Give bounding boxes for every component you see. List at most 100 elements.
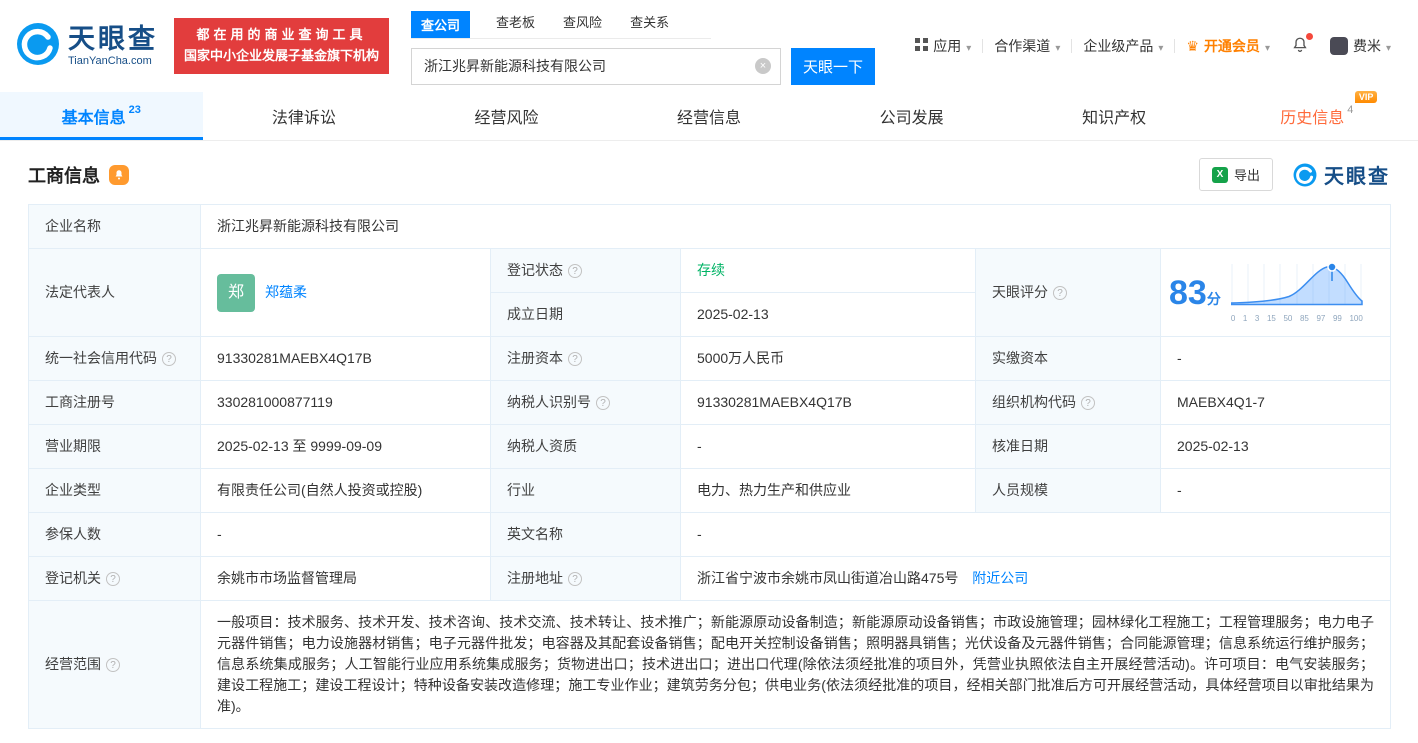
search-button[interactable]: 天眼一下 (791, 47, 876, 85)
tab-intellectual-property-label: 知识产权 (1082, 110, 1147, 127)
org-code-value: MAEBX4Q1-7 (1160, 380, 1391, 425)
help-icon[interactable] (162, 352, 176, 366)
help-icon[interactable] (106, 658, 120, 672)
field-label-english-name: 英文名称 (490, 512, 681, 557)
chevron-down-icon (1055, 38, 1060, 54)
industry-value: 电力、热力生产和供应业 (680, 468, 976, 513)
table-row: 企业名称 浙江兆昇新能源科技有限公司 (28, 204, 1391, 249)
help-icon[interactable] (1053, 286, 1067, 300)
notification-bell-icon[interactable] (1281, 32, 1319, 57)
search-tab-risk[interactable]: 查风险 (561, 8, 604, 38)
tab-legal-litigation[interactable]: 法律诉讼 (203, 92, 406, 140)
field-label-reg-address: 注册地址 (490, 556, 681, 601)
tianyancha-logo[interactable]: 天眼查 TianYanCha.com (16, 22, 158, 71)
menu-partners[interactable]: 合作渠道 (983, 36, 1071, 56)
tab-history-info[interactable]: 历史信息 4 VIP (1215, 91, 1418, 140)
paid-capital-value: - (1160, 336, 1391, 381)
search-tab-boss[interactable]: 查老板 (494, 8, 537, 38)
field-label-org-code: 组织机构代码 (975, 380, 1161, 425)
legal-rep-link[interactable]: 郑蕴柔 (265, 282, 307, 303)
field-label-taxpayer-quality: 纳税人资质 (490, 424, 681, 469)
menu-enterprise[interactable]: 企业级产品 (1072, 36, 1174, 56)
help-icon[interactable] (106, 572, 120, 586)
help-icon[interactable] (568, 352, 582, 366)
field-label-reg-capital: 注册资本 (490, 336, 681, 381)
nearby-companies-link[interactable]: 附近公司 (972, 570, 1028, 586)
reg-authority-value: 余姚市市场监督管理局 (200, 556, 491, 601)
search-tab-company[interactable]: 查公司 (411, 10, 471, 38)
company-type-value: 有限责任公司(自然人投资或控股) (200, 468, 491, 513)
tab-basic-info-label: 基本信息 (61, 110, 126, 127)
help-icon[interactable] (568, 264, 582, 278)
export-button-label: 导出 (1233, 168, 1260, 183)
tab-company-development[interactable]: 公司发展 (810, 92, 1013, 140)
tianyancha-watermark-icon (1293, 163, 1317, 186)
menu-apps[interactable]: 应用 (904, 36, 982, 56)
business-scope-value: 一般项目：技术服务、技术开发、技术咨询、技术交流、技术转让、技术推广；新能源原动… (200, 600, 1391, 729)
legal-rep-avatar[interactable]: 郑 (217, 273, 255, 312)
top-header: 天眼查 TianYanCha.com 都在用的商业查询工具 国家中小企业发展子基… (0, 0, 1418, 92)
reg-capital-value: 5000万人民币 (680, 336, 976, 381)
reg-address-value: 浙江省宁波市余姚市凤山街道冶山路475号 (697, 570, 959, 586)
section-title: 工商信息 (28, 165, 100, 186)
tab-operation-info[interactable]: 经营信息 (608, 92, 811, 140)
insured-count-value: - (200, 512, 491, 557)
table-row: 统一社会信用代码 91330281MAEBX4Q17B 注册资本 5000万人民… (28, 336, 1391, 381)
clear-search-icon[interactable] (755, 58, 772, 74)
tab-intellectual-property[interactable]: 知识产权 (1013, 92, 1216, 140)
main-content: 工商信息 导出 天眼查 企业名称 浙江兆昇新能源科技有限公司 法定代表人 (0, 158, 1418, 729)
tab-operation-risk[interactable]: 经营风险 (405, 92, 608, 140)
staff-size-value: - (1160, 468, 1391, 513)
english-name-value: - (680, 512, 1391, 557)
field-label-staff-size: 人员规模 (975, 468, 1161, 513)
tab-operation-info-label: 经营信息 (677, 110, 742, 127)
monitor-bell-icon[interactable] (109, 164, 129, 185)
help-icon[interactable] (596, 396, 610, 410)
search-tab-relation[interactable]: 查关系 (628, 8, 671, 38)
status-badge: 存续 (697, 262, 725, 278)
tianyancha-watermark-logo: 天眼查 (1293, 160, 1390, 189)
table-row: 企业类型 有限责任公司(自然人投资或控股) 行业 电力、热力生产和供应业 人员规… (28, 468, 1391, 513)
field-label-reg-status: 登记状态 (490, 248, 681, 293)
search-input[interactable] (412, 48, 781, 84)
vip-badge: VIP (1354, 91, 1378, 103)
field-label-approval-date: 核准日期 (975, 424, 1161, 469)
help-icon[interactable] (1081, 396, 1095, 410)
logo-domain: TianYanCha.com (68, 54, 152, 67)
table-row: 参保人数 - 英文名称 - (28, 512, 1391, 557)
help-icon[interactable] (568, 572, 582, 586)
tab-basic-info[interactable]: 基本信息 23 (0, 92, 203, 140)
menu-apps-label: 应用 (933, 38, 962, 54)
score-value: 83分 (1169, 273, 1221, 312)
company-name-value: 浙江兆昇新能源科技有限公司 (200, 204, 1391, 249)
menu-open-vip[interactable]: 开通会员 (1175, 36, 1281, 56)
tab-company-development-label: 公司发展 (879, 110, 944, 127)
tab-legal-litigation-label: 法律诉讼 (271, 110, 336, 127)
credit-code-value: 91330281MAEBX4Q17B (200, 336, 491, 381)
tianyancha-watermark-text: 天眼查 (1324, 166, 1390, 188)
section-header: 工商信息 导出 天眼查 (28, 158, 1390, 191)
taxpayer-id-value: 91330281MAEBX4Q17B (680, 380, 976, 425)
promo-banner: 都在用的商业查询工具 国家中小企业发展子基金旗下机构 (174, 18, 390, 74)
table-row: 营业期限 2025-02-13 至 9999-09-09 纳税人资质 - 核准日… (28, 424, 1391, 469)
user-avatar (1329, 37, 1348, 55)
field-label-score: 天眼评分 (975, 248, 1161, 337)
export-button[interactable]: 导出 (1198, 158, 1273, 191)
search-input-wrap (411, 47, 782, 85)
table-row: 经营范围 一般项目：技术服务、技术开发、技术咨询、技术交流、技术转让、技术推广；… (28, 600, 1391, 729)
chevron-down-icon (1265, 38, 1270, 54)
table-row: 工商注册号 330281000877119 纳税人识别号 91330281MAE… (28, 380, 1391, 425)
field-label-establish-date: 成立日期 (490, 292, 681, 337)
table-row: 法定代表人 郑 郑蕴柔 登记状态 存续 天眼评分 83分 (28, 248, 1391, 337)
reg-number-value: 330281000877119 (200, 380, 491, 425)
field-label-insured-count: 参保人数 (28, 512, 201, 557)
business-info-table: 企业名称 浙江兆昇新能源科技有限公司 法定代表人 郑 郑蕴柔 登记状态 存续 天… (28, 204, 1391, 729)
tianyancha-logo-icon (16, 22, 60, 71)
grid-icon (915, 38, 929, 54)
field-label-company-type: 企业类型 (28, 468, 201, 513)
menu-user[interactable]: 费米 (1319, 36, 1402, 56)
field-label-paid-capital: 实缴资本 (975, 336, 1161, 381)
business-term-value: 2025-02-13 至 9999-09-09 (200, 424, 491, 469)
legal-rep-cell: 郑 郑蕴柔 (200, 248, 491, 337)
chevron-down-icon (1158, 38, 1163, 54)
